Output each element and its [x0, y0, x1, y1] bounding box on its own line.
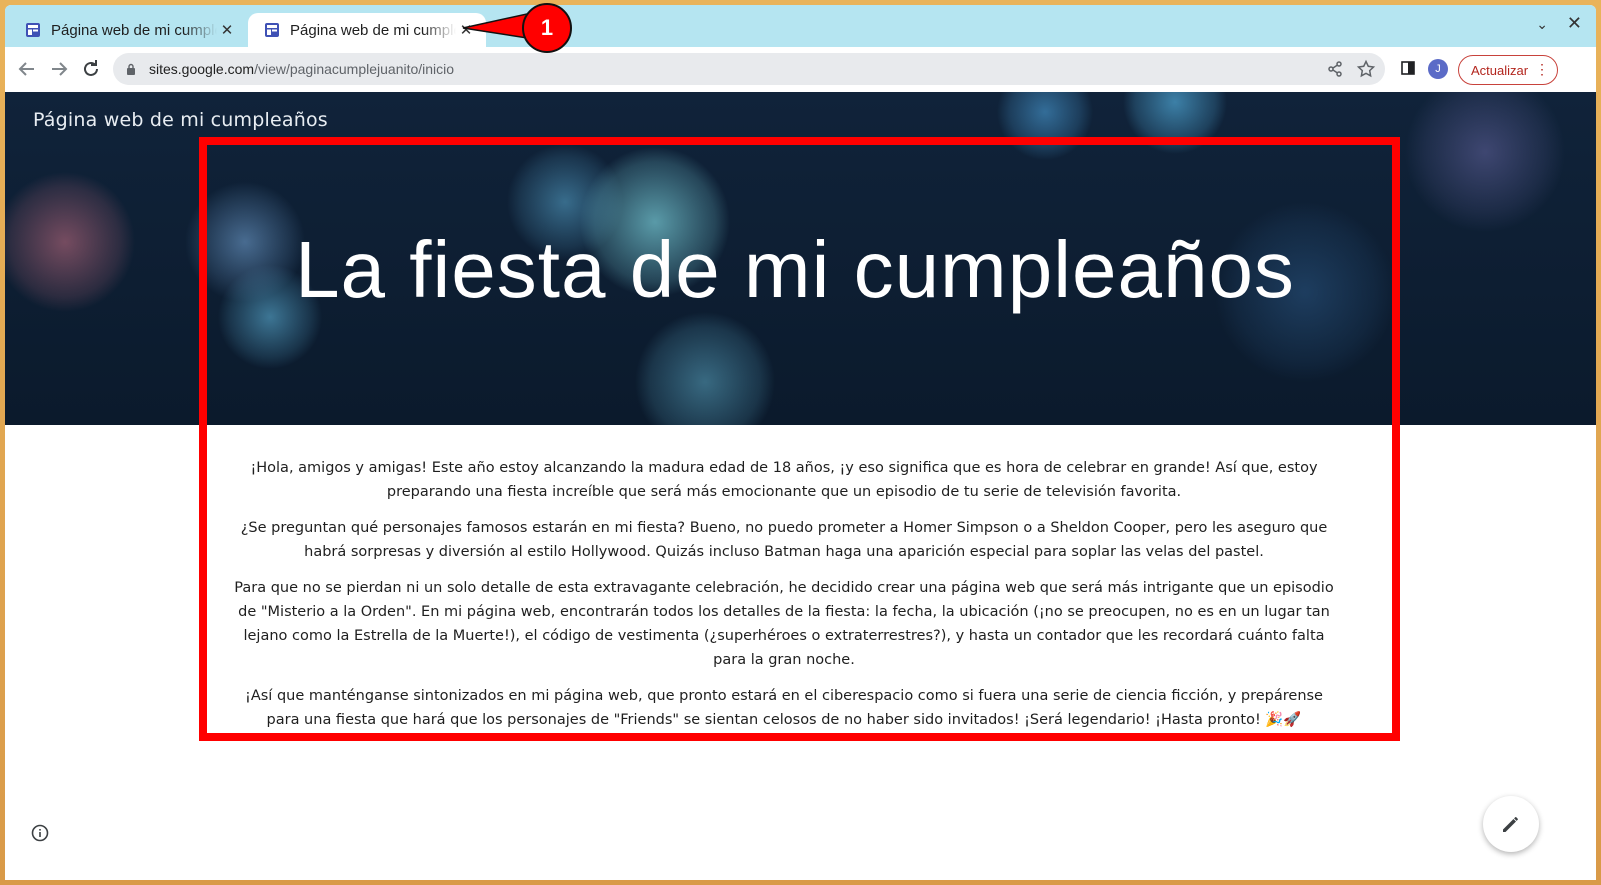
- bookmark-star-icon[interactable]: [1356, 59, 1376, 79]
- profile-avatar[interactable]: J: [1428, 59, 1448, 79]
- url-path: /view/paginacumplejuanito/inicio: [254, 61, 455, 77]
- address-bar[interactable]: sites.google.com/view/paginacumplejuanit…: [113, 53, 1385, 85]
- google-sites-icon: [265, 23, 279, 37]
- tab-title: Página web de mi cumpleaños: [290, 21, 456, 39]
- url-host: sites.google.com: [149, 61, 255, 77]
- annotation-highlight-box: [199, 137, 1400, 741]
- url-text[interactable]: sites.google.com/view/paginacumplejuanit…: [149, 61, 454, 77]
- back-arrow-icon[interactable]: [15, 57, 39, 81]
- edit-button[interactable]: [1483, 796, 1539, 852]
- annotation-badge: 1: [522, 3, 572, 53]
- forward-arrow-icon[interactable]: [47, 57, 71, 81]
- tab-close-icon[interactable]: ✕: [217, 21, 237, 39]
- google-sites-icon: [26, 23, 40, 37]
- update-label: Actualizar: [1471, 62, 1529, 78]
- tab-close-icon[interactable]: ✕: [456, 21, 476, 39]
- site-title[interactable]: Página web de mi cumpleaños: [33, 109, 328, 131]
- pencil-icon: [1503, 817, 1518, 832]
- share-icon[interactable]: [1325, 59, 1345, 79]
- tab-active[interactable]: Página web de mi cumpleaños ✕: [248, 13, 486, 47]
- kebab-menu-icon[interactable]: ⋮: [1535, 61, 1549, 78]
- tab-inactive[interactable]: Página web de mi cumpleaños ✕: [9, 13, 247, 47]
- browser-toolbar: sites.google.com/view/paginacumplejuanit…: [5, 47, 1596, 93]
- info-icon[interactable]: [31, 824, 49, 842]
- reload-icon[interactable]: [79, 57, 103, 81]
- tab-title: Página web de mi cumpleaños: [51, 21, 217, 39]
- tab-search-chevron-icon[interactable]: ⌄: [1536, 16, 1548, 33]
- update-button[interactable]: Actualizar ⋮: [1458, 55, 1558, 85]
- side-panel-icon[interactable]: [1401, 61, 1415, 75]
- lock-icon[interactable]: [126, 63, 136, 75]
- window-close-icon[interactable]: ✕: [1567, 13, 1582, 34]
- tab-strip: Página web de mi cumpleaños ✕ Página web…: [5, 5, 1596, 47]
